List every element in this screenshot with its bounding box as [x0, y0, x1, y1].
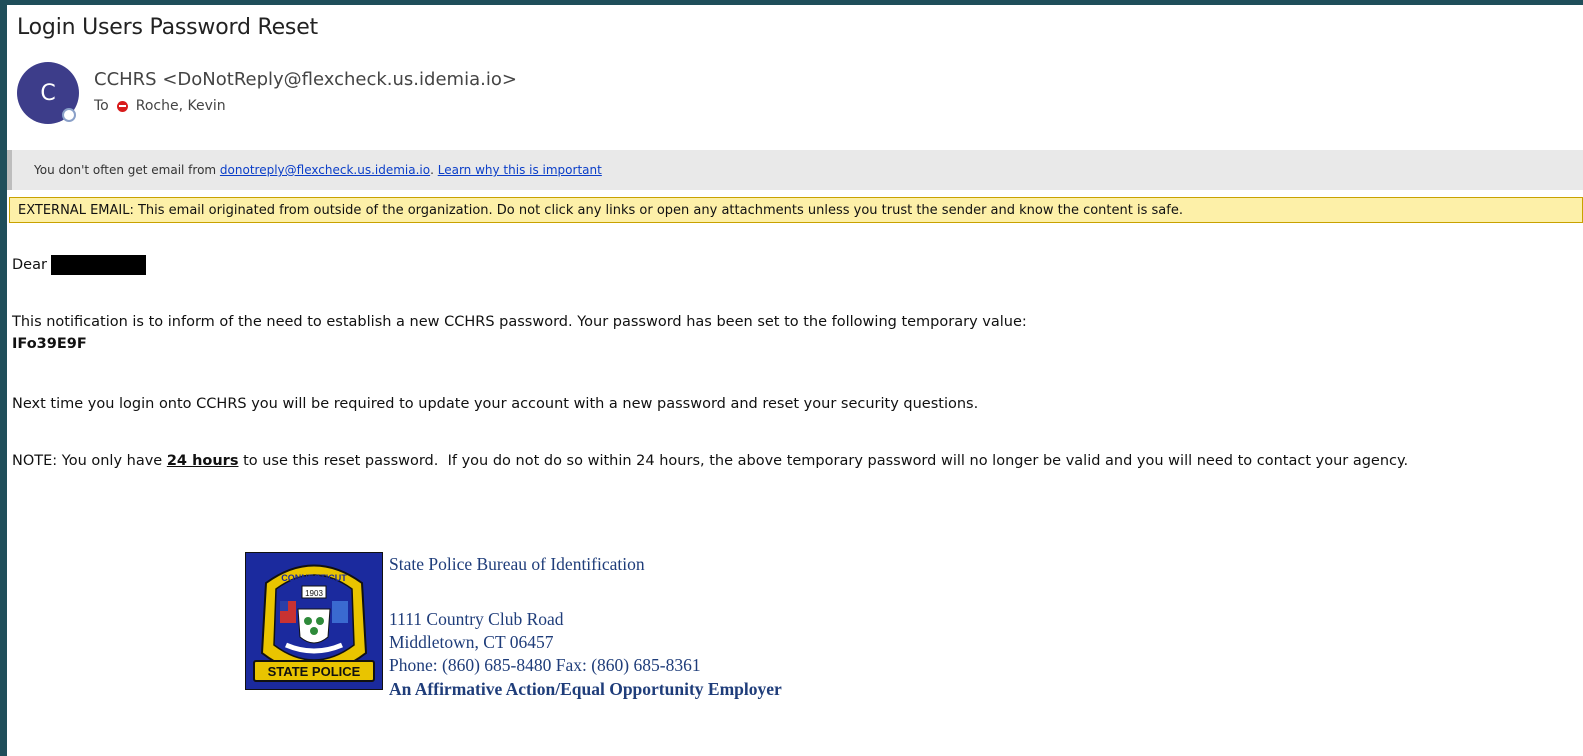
sender-notice-bar: You don't often get email from donotrepl…	[7, 150, 1583, 190]
note-prefix: NOTE: You only have	[12, 453, 167, 469]
email-subject: Login Users Password Reset	[17, 15, 318, 40]
recipient-name[interactable]: Roche, Kevin	[136, 98, 226, 114]
learn-why-link[interactable]: Learn why this is important	[438, 163, 602, 177]
signature-address-2: Middletown, CT 06457	[389, 632, 554, 652]
body-paragraph-1: This notification is to inform of the ne…	[12, 314, 1027, 330]
signature-eoe: An Affirmative Action/Equal Opportunity …	[389, 679, 782, 699]
presence-status-icon	[62, 108, 76, 122]
note-paragraph: NOTE: You only have 24 hours to use this…	[12, 453, 1408, 469]
sender-address[interactable]: CCHRS <DoNotReply@flexcheck.us.idemia.io…	[94, 69, 517, 90]
logo-year: 1903	[305, 589, 323, 598]
to-label: To	[94, 98, 109, 114]
state-police-logo: CONNECTICUT 1903 STATE POLICE	[245, 552, 383, 690]
logo-bottom-text: STATE POLICE	[268, 664, 361, 679]
notice-sender-link[interactable]: donotreply@flexcheck.us.idemia.io	[220, 163, 430, 177]
email-reading-pane: Login Users Password Reset C CCHRS <DoNo…	[7, 5, 1583, 756]
body-paragraph-2: Next time you login onto CCHRS you will …	[12, 396, 979, 412]
note-suffix: to use this reset password. If you do no…	[238, 453, 1409, 469]
notice-text: You don't often get email from	[34, 163, 220, 177]
avatar-initial: C	[40, 80, 56, 106]
greeting-line: Dear	[12, 255, 146, 275]
state-police-badge-icon: CONNECTICUT 1903 STATE POLICE	[253, 564, 375, 682]
greeting: Dear	[12, 257, 47, 273]
signature-phone: Phone: (860) 685-8480 Fax: (860) 685-836…	[389, 655, 701, 675]
logo-top-text: CONNECTICUT	[281, 573, 347, 583]
signature-org: State Police Bureau of Identification	[389, 554, 645, 574]
signature-address-1: 1111 Country Club Road	[389, 609, 564, 629]
recipient-line: To Roche, Kevin	[94, 98, 226, 114]
temporary-password: IFo39E9F	[12, 336, 87, 352]
notice-separator: .	[430, 163, 438, 177]
redacted-name	[50, 255, 146, 275]
recipient-status-icon	[116, 100, 128, 112]
note-hours: 24 hours	[166, 453, 239, 469]
external-email-warning: EXTERNAL EMAIL: This email originated fr…	[9, 197, 1583, 223]
